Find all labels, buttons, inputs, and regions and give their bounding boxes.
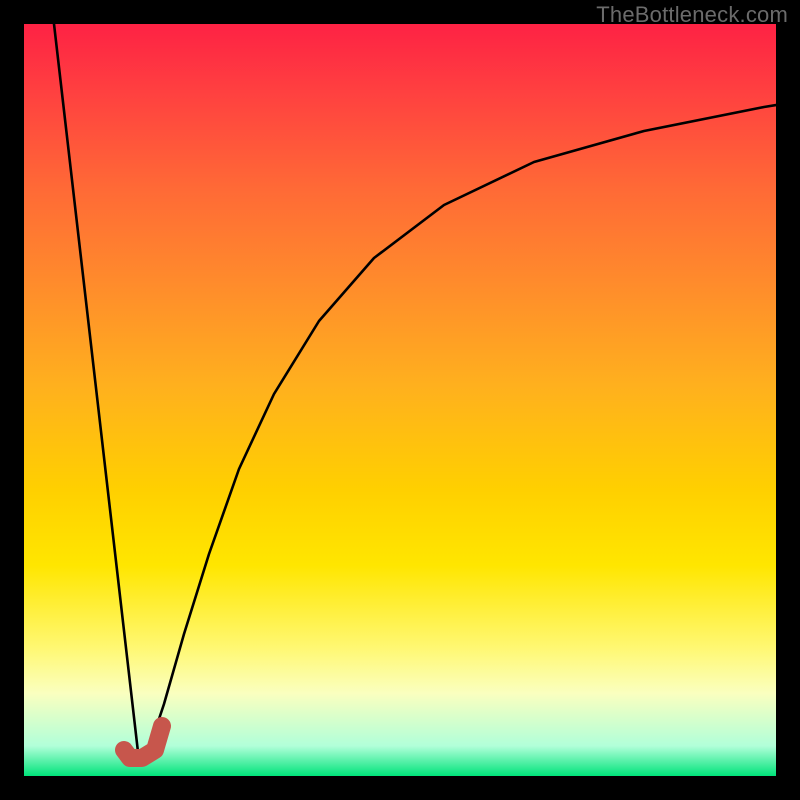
watermark-label: TheBottleneck.com [596,2,788,28]
right-curve-line [147,105,776,755]
chart-lines [24,24,776,776]
accent-j-shape [124,726,162,758]
left-descent-line [54,24,138,752]
